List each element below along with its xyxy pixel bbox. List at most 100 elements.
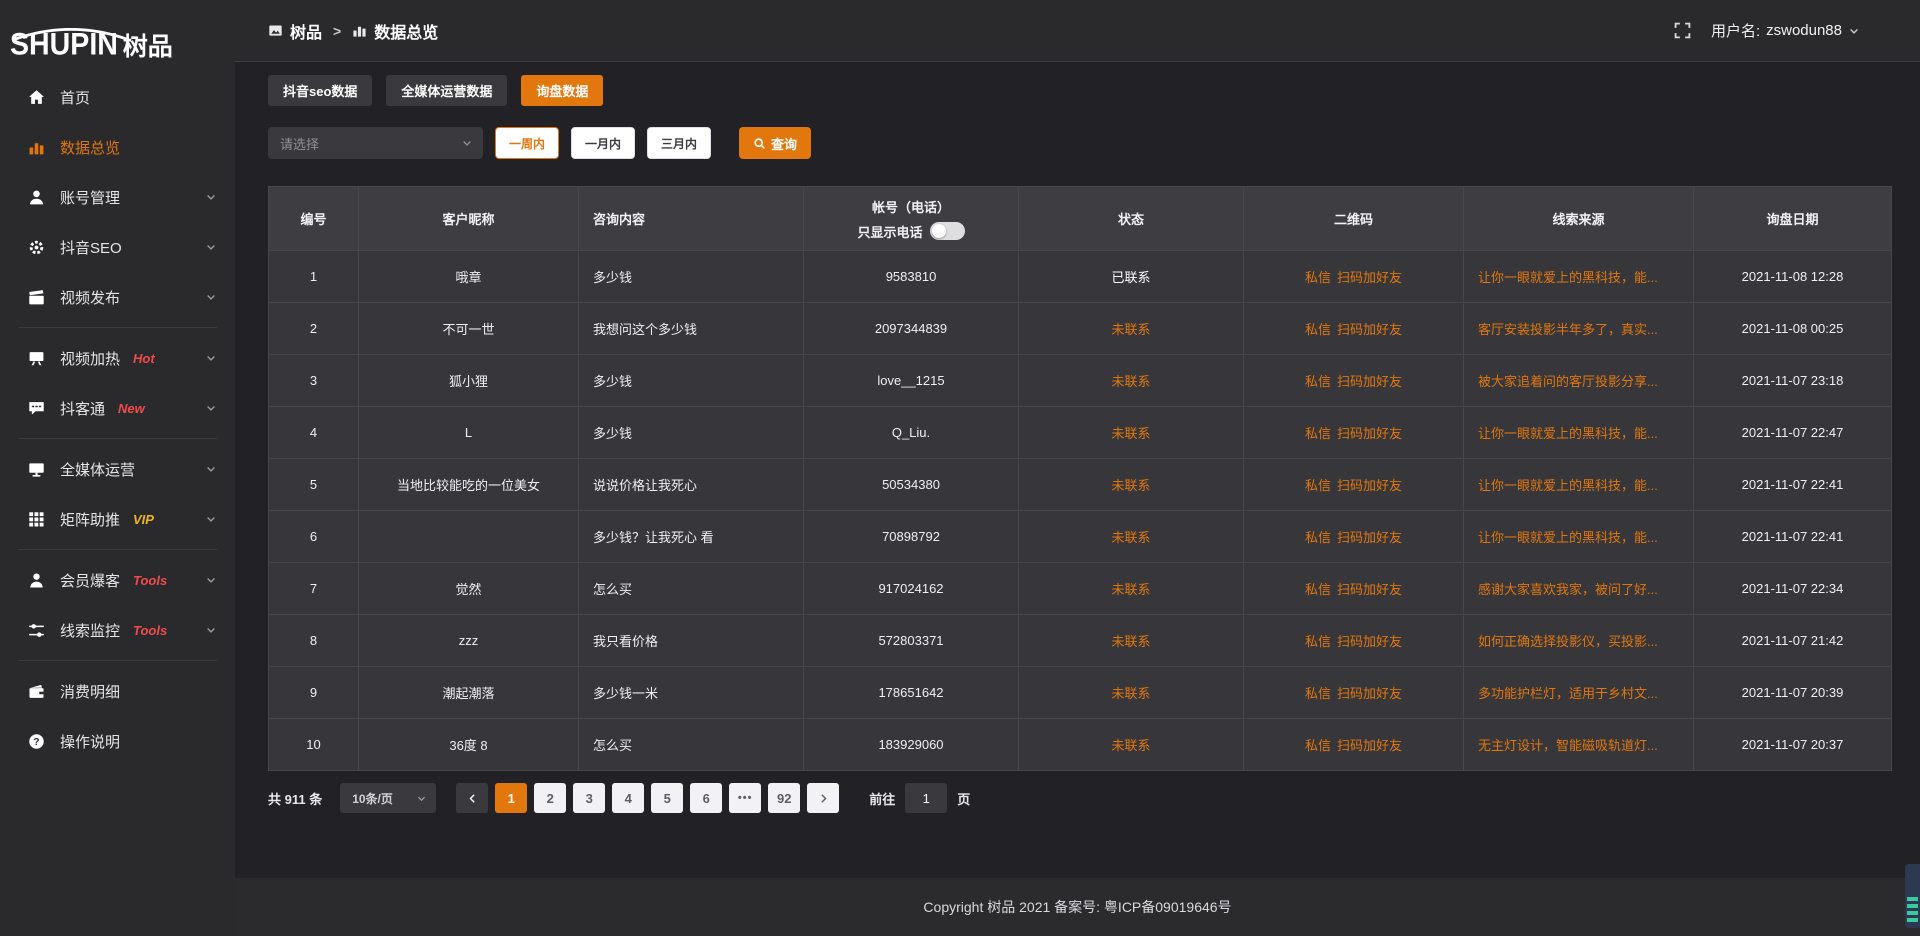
sidebar-item-lead-monitor[interactable]: 线索监控Tools xyxy=(0,605,235,655)
cell-source[interactable]: 让你一眼就爱上的黑科技，能... xyxy=(1464,459,1694,511)
breadcrumb-item-shupin[interactable]: 树品 xyxy=(268,19,322,43)
page-button-4[interactable]: 4 xyxy=(612,783,644,813)
qr-private-message-link[interactable]: 私信 xyxy=(1305,374,1331,389)
qr-scan-add-friend-link[interactable]: 扫码加好友 xyxy=(1337,270,1402,285)
qr-private-message-link[interactable]: 私信 xyxy=(1305,686,1331,701)
table-body: 1哦章多少钱9583810已联系私信扫码加好友让你一眼就爱上的黑科技，能...2… xyxy=(269,251,1892,771)
sidebar-item-member-burst[interactable]: 会员爆客Tools xyxy=(0,555,235,605)
cell-nickname: 狐小狸 xyxy=(359,355,579,407)
toggle-knob xyxy=(932,224,946,238)
goto-page-input[interactable] xyxy=(905,783,947,813)
cell-status: 未联系 xyxy=(1019,459,1244,511)
qr-private-message-link[interactable]: 私信 xyxy=(1305,634,1331,649)
cell-source[interactable]: 让你一眼就爱上的黑科技，能... xyxy=(1464,407,1694,459)
clapper-icon xyxy=(28,289,45,306)
cell-source[interactable]: 客厅安装投影半年多了，真实... xyxy=(1464,303,1694,355)
account-header-title: 帐号（电话） xyxy=(872,197,950,216)
cell-source[interactable]: 让你一眼就爱上的黑科技，能... xyxy=(1464,511,1694,563)
app-root: SHUPIN 树品 首页数据总览账号管理抖音SEO视频发布视频加热Hot抖客通N… xyxy=(0,0,1920,936)
sidebar-item-account-manage[interactable]: 账号管理 xyxy=(0,172,235,222)
qr-scan-add-friend-link[interactable]: 扫码加好友 xyxy=(1337,478,1402,493)
phone-only-toggle[interactable] xyxy=(930,222,965,240)
qr-private-message-link[interactable]: 私信 xyxy=(1305,426,1331,441)
period-button-week[interactable]: 一周内 xyxy=(495,127,559,159)
status-badge: 未联系 xyxy=(1111,530,1150,545)
qr-scan-add-friend-link[interactable]: 扫码加好友 xyxy=(1337,426,1402,441)
cell-source[interactable]: 被大家追着问的客厅投影分享... xyxy=(1464,355,1694,407)
cell-qr: 私信扫码加好友 xyxy=(1244,355,1464,407)
cell-account: 178651642 xyxy=(804,667,1019,719)
logo-text-en: SHUPIN xyxy=(10,29,118,60)
cell-account: 917024162 xyxy=(804,563,1019,615)
table-row: 8zzz我只看价格572803371未联系私信扫码加好友如何正确选择投影仪，买投… xyxy=(269,615,1892,667)
cell-source[interactable]: 感谢大家喜欢我家，被问了好... xyxy=(1464,563,1694,615)
page-button-1[interactable]: 1 xyxy=(495,783,527,813)
qr-scan-add-friend-link[interactable]: 扫码加好友 xyxy=(1337,530,1402,545)
cell-source[interactable]: 让你一眼就爱上的黑科技，能... xyxy=(1464,251,1694,303)
username: zswodun88 xyxy=(1766,22,1842,39)
qr-scan-add-friend-link[interactable]: 扫码加好友 xyxy=(1337,582,1402,597)
page-button-5[interactable]: 5 xyxy=(651,783,683,813)
qr-scan-add-friend-link[interactable]: 扫码加好友 xyxy=(1337,322,1402,337)
qr-private-message-link[interactable]: 私信 xyxy=(1305,738,1331,753)
filter-bar: 请选择 一周内一月内三月内 查询 xyxy=(268,127,1891,159)
cell-source[interactable]: 多功能护栏灯，适用于乡村文... xyxy=(1464,667,1694,719)
qr-private-message-link[interactable]: 私信 xyxy=(1305,270,1331,285)
qr-scan-add-friend-link[interactable]: 扫码加好友 xyxy=(1337,686,1402,701)
query-button[interactable]: 查询 xyxy=(739,127,811,159)
cell-source[interactable]: 如何正确选择投影仪，买投影... xyxy=(1464,615,1694,667)
floating-widget[interactable] xyxy=(1905,864,1920,928)
page-button-6[interactable]: 6 xyxy=(690,783,722,813)
qr-private-message-link[interactable]: 私信 xyxy=(1305,530,1331,545)
footer: Copyright 树品 2021 备案号: 粤ICP备09019646号 xyxy=(235,878,1920,936)
sidebar-item-expense-detail[interactable]: 消费明细 xyxy=(0,666,235,716)
sidebar-item-douyin-seo[interactable]: 抖音SEO xyxy=(0,222,235,272)
table-row: 3狐小狸多少钱love__1215未联系私信扫码加好友被大家追着问的客厅投影分享… xyxy=(269,355,1892,407)
sidebar-item-help[interactable]: ?操作说明 xyxy=(0,716,235,766)
filter-select-placeholder: 请选择 xyxy=(280,134,319,153)
page-button-3[interactable]: 3 xyxy=(573,783,605,813)
sidebar-item-label: 首页 xyxy=(60,87,90,108)
sidebar-item-douketong[interactable]: 抖客通New xyxy=(0,383,235,433)
col-header-status: 状态 xyxy=(1019,187,1244,251)
qr-private-message-link[interactable]: 私信 xyxy=(1305,478,1331,493)
sidebar-item-data-overview[interactable]: 数据总览 xyxy=(0,122,235,172)
period-button-quarter[interactable]: 三月内 xyxy=(647,127,711,159)
sidebar-item-media-operation[interactable]: 全媒体运营 xyxy=(0,444,235,494)
period-button-month[interactable]: 一月内 xyxy=(571,127,635,159)
sidebar-item-matrix-boost[interactable]: 矩阵助推VIP xyxy=(0,494,235,544)
sidebar-item-home[interactable]: 首页 xyxy=(0,72,235,122)
filter-select[interactable]: 请选择 xyxy=(268,127,483,159)
user-menu[interactable]: 用户名: zswodun88 xyxy=(1711,20,1860,41)
qr-private-message-link[interactable]: 私信 xyxy=(1305,322,1331,337)
page-more-button[interactable]: ••• xyxy=(729,783,761,813)
sidebar-item-badge: Hot xyxy=(133,351,155,366)
next-page-button[interactable] xyxy=(807,783,839,813)
chevron-right-icon xyxy=(818,793,829,804)
page-button-92[interactable]: 92 xyxy=(768,783,800,813)
app-logo[interactable]: SHUPIN 树品 xyxy=(0,8,235,62)
sidebar-item-label: 视频加热 xyxy=(60,348,120,369)
page-size-select[interactable]: 10条/页 xyxy=(340,783,436,813)
cell-id: 10 xyxy=(269,719,359,771)
table-row: 2不可一世我想问这个多少钱2097344839未联系私信扫码加好友客厅安装投影半… xyxy=(269,303,1892,355)
sidebar-item-video-heat[interactable]: 视频加热 Hot xyxy=(0,333,235,383)
tab-media-operation-data[interactable]: 全媒体运营数据 xyxy=(386,75,507,106)
cell-account: 9583810 xyxy=(804,251,1019,303)
qr-private-message-link[interactable]: 私信 xyxy=(1305,582,1331,597)
sidebar-item-video-publish[interactable]: 视频发布 xyxy=(0,272,235,322)
qr-scan-add-friend-link[interactable]: 扫码加好友 xyxy=(1337,738,1402,753)
person-icon xyxy=(28,572,45,589)
tab-douyin-seo-data[interactable]: 抖音seo数据 xyxy=(268,75,372,106)
breadcrumb-item-data-overview[interactable]: 数据总览 xyxy=(352,19,438,43)
qr-scan-add-friend-link[interactable]: 扫码加好友 xyxy=(1337,634,1402,649)
prev-page-button[interactable] xyxy=(456,783,488,813)
sidebar-item-badge: Tools xyxy=(133,573,167,588)
cell-nickname: 36度 8 xyxy=(359,719,579,771)
cell-source[interactable]: 无主灯设计，智能磁吸轨道灯... xyxy=(1464,719,1694,771)
photo-icon xyxy=(268,23,283,38)
fullscreen-icon[interactable] xyxy=(1674,22,1691,39)
qr-scan-add-friend-link[interactable]: 扫码加好友 xyxy=(1337,374,1402,389)
tab-inquiry-data[interactable]: 询盘数据 xyxy=(521,75,603,106)
page-button-2[interactable]: 2 xyxy=(534,783,566,813)
